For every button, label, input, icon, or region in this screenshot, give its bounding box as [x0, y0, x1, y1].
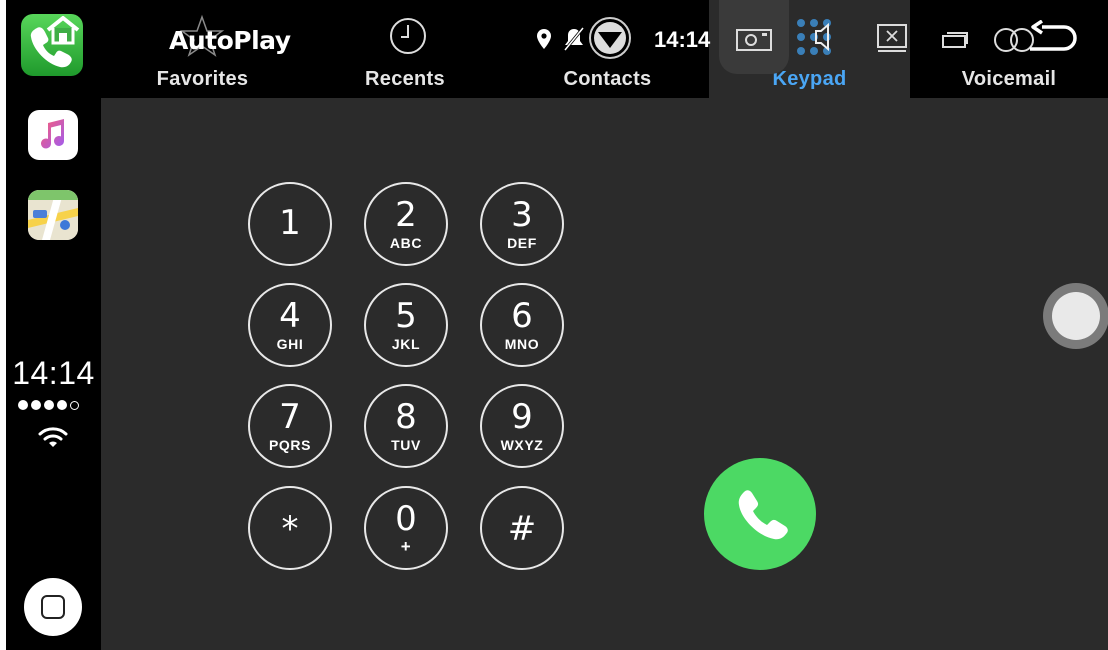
keypad-key-5[interactable]: 5 JKL [364, 283, 448, 367]
carplay-dock: 14:14 [6, 0, 101, 650]
key-digit: 4 [279, 296, 301, 336]
key-digit: 5 [395, 296, 417, 336]
signal-shield-icon [589, 17, 631, 59]
clock-icon [390, 18, 426, 54]
key-digit: 6 [511, 296, 533, 336]
key-letters: JKL [391, 336, 421, 352]
key-letters: TUV [391, 437, 421, 453]
keypad-key-2[interactable]: 2 ABC [364, 182, 448, 266]
keypad-key-3[interactable]: 3 DEF [480, 182, 564, 266]
home-button[interactable] [24, 578, 82, 636]
location-pin-icon [537, 29, 551, 49]
cellular-signal-icon [18, 400, 79, 410]
key-digit: 0 [395, 499, 417, 539]
key-digit: 3 [511, 195, 533, 235]
mute-icon [563, 27, 585, 51]
maps-app-icon[interactable] [28, 190, 78, 240]
keypad-key-0[interactable]: 0 + [364, 486, 448, 570]
close-window-icon[interactable] [875, 22, 909, 54]
back-icon[interactable] [990, 20, 1080, 60]
assistive-touch-inner [1052, 292, 1100, 340]
keypad-key-7[interactable]: 7 PQRS [248, 384, 332, 468]
keypad-key-4[interactable]: 4 GHI [248, 283, 332, 367]
camera-icon [736, 29, 772, 51]
key-digit: * [281, 509, 299, 549]
key-digit: # [507, 509, 537, 549]
key-digit: 7 [279, 397, 301, 437]
music-app-icon[interactable] [28, 110, 78, 160]
wifi-icon [38, 425, 68, 454]
dock-clock: 14:14 [12, 355, 95, 391]
keypad-key-8[interactable]: 8 TUV [364, 384, 448, 468]
app-title: AutoPlay [169, 26, 291, 55]
tab-label: Favorites [156, 68, 249, 90]
key-letters: WXYZ [500, 437, 544, 453]
key-letters: DEF [507, 235, 537, 251]
key-letters: ABC [389, 235, 423, 251]
keypad-key-9[interactable]: 9 WXYZ [480, 384, 564, 468]
screenshot-button[interactable] [719, 0, 789, 74]
tab-label: Voicemail [961, 68, 1057, 90]
tab-label: Recents [365, 68, 445, 90]
map-icon [28, 190, 78, 240]
tab-label: Contacts [563, 68, 652, 90]
music-note-icon [41, 119, 64, 149]
key-letters: PQRS [268, 437, 312, 453]
key-letters: MNO [504, 336, 540, 352]
key-letters: + [400, 537, 412, 556]
carplay-screen: 14:14 Favorites Recents Contacts Keypad [6, 0, 1108, 650]
status-bar-time: 14:14 [654, 27, 711, 52]
keypad-key-6[interactable]: 6 MNO [480, 283, 564, 367]
grid-dots-icon[interactable] [794, 16, 844, 58]
top-bar: Favorites Recents Contacts Keypad Voicem… [101, 0, 1108, 98]
keypad-key-hash[interactable]: # [480, 486, 564, 570]
key-digit: 8 [395, 397, 417, 437]
keypad-key-star[interactable]: * [248, 486, 332, 570]
windows-icon[interactable] [941, 30, 971, 50]
home-square-icon [41, 595, 65, 619]
assistive-touch-button[interactable] [1043, 283, 1108, 349]
phone-app-icon[interactable] [21, 14, 83, 76]
home-overlay-icon [46, 16, 80, 45]
phone-handset-icon [738, 490, 788, 540]
key-letters: GHI [276, 336, 304, 352]
call-button[interactable] [704, 458, 816, 570]
key-digit: 9 [511, 397, 533, 437]
key-digit: 2 [395, 195, 417, 235]
keypad-key-1[interactable]: 1 [248, 182, 332, 266]
key-digit: 1 [279, 203, 301, 243]
